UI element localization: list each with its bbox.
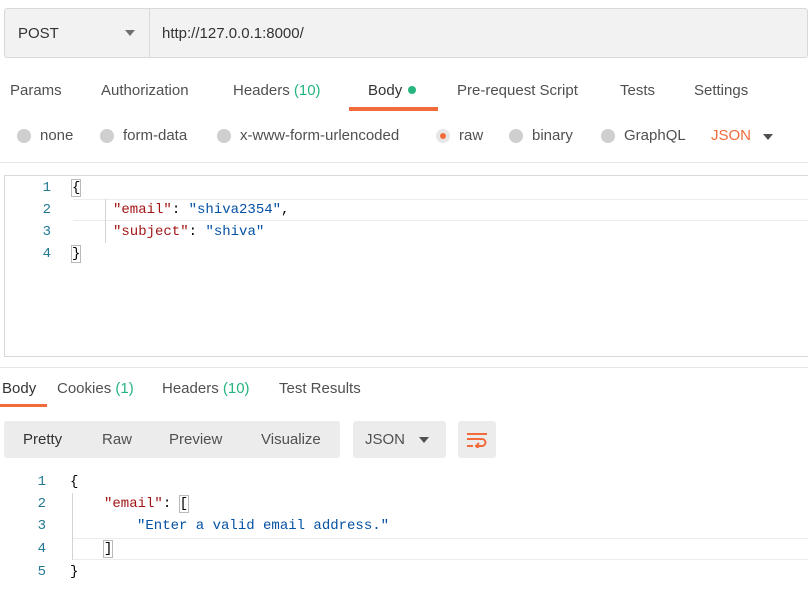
code-line: 4 ]	[0, 538, 804, 560]
line-number: 4	[37, 541, 46, 557]
tab-authorization[interactable]: Authorization	[101, 82, 189, 99]
view-preview-button[interactable]: Preview	[169, 431, 222, 448]
line-number: 3	[42, 224, 51, 240]
response-body-viewer[interactable]: 1 { 2 "email": [ 3 "Enter a valid email …	[0, 470, 808, 585]
line-number: 3	[37, 518, 46, 534]
radio-binary[interactable]: binary	[509, 127, 573, 144]
wrap-lines-icon	[467, 432, 487, 448]
body-indicator-dot	[408, 86, 417, 95]
response-tab-test-results[interactable]: Test Results	[279, 380, 361, 397]
response-view-group: Pretty Raw Preview Visualize	[4, 421, 340, 458]
line-number: 2	[37, 496, 46, 512]
active-tab-underline	[349, 107, 438, 111]
method-label: POST	[18, 24, 59, 42]
response-tab-cookies[interactable]: Cookies (1)	[57, 380, 134, 397]
request-body-editor[interactable]: 1 { 2 "email": "shiva2354", 3 "subject":…	[4, 175, 808, 357]
radio-selected-icon	[436, 128, 450, 143]
request-bar: POST http://127.0.0.1:8000/	[4, 8, 808, 58]
code-line: 5 }	[0, 561, 804, 583]
code-line: 1 {	[0, 471, 804, 493]
radio-raw[interactable]: raw	[436, 127, 483, 144]
code-line: 3 "Enter a valid email address."	[0, 515, 804, 537]
radio-icon	[17, 128, 31, 143]
radio-graphql[interactable]: GraphQL	[601, 127, 686, 144]
code-line: 1 {	[5, 177, 808, 199]
headers-count: (10)	[293, 82, 321, 99]
headers-count: (10)	[222, 380, 250, 397]
method-select[interactable]: POST	[5, 9, 150, 57]
bracket: [	[178, 495, 190, 513]
json-string: "shiva2354"	[188, 202, 282, 218]
chevron-down-icon	[419, 437, 429, 443]
radio-none[interactable]: none	[17, 127, 73, 144]
view-raw-button[interactable]: Raw	[102, 431, 132, 448]
json-key: "subject"	[113, 224, 189, 240]
response-tab-body[interactable]: Body	[2, 380, 36, 397]
tab-settings[interactable]: Settings	[694, 82, 748, 99]
json-string: "Enter a valid email address."	[137, 518, 390, 534]
divider	[0, 162, 808, 163]
json-string: "shiva"	[205, 224, 265, 240]
radio-form-data[interactable]: form-data	[100, 127, 187, 144]
radio-icon	[100, 128, 114, 143]
code-line: 2 "email": [	[0, 493, 804, 515]
body-format-select[interactable]: JSON	[711, 127, 751, 144]
chevron-down-icon[interactable]	[763, 134, 773, 140]
cookies-count: (1)	[115, 380, 134, 397]
request-tabs: Params Authorization Headers (10) Body P…	[0, 70, 808, 112]
json-key: "email"	[104, 496, 163, 512]
chevron-down-icon	[125, 30, 135, 36]
radio-icon	[509, 128, 523, 143]
bracket: ]	[102, 540, 114, 558]
line-number: 1	[37, 474, 46, 490]
json-key: "email"	[113, 202, 172, 218]
tab-headers[interactable]: Headers (10)	[233, 82, 321, 99]
response-tab-headers[interactable]: Headers (10)	[162, 380, 250, 397]
tab-body[interactable]: Body	[368, 82, 417, 99]
active-tab-underline	[0, 404, 47, 407]
line-number: 5	[37, 564, 46, 580]
radio-icon	[217, 128, 231, 143]
tab-pre-request-script[interactable]: Pre-request Script	[457, 82, 578, 99]
tab-tests[interactable]: Tests	[620, 82, 655, 99]
radio-icon	[601, 128, 615, 143]
code-line: 3 "subject": "shiva"	[5, 221, 808, 243]
view-visualize-button[interactable]: Visualize	[261, 431, 321, 448]
url-input[interactable]: http://127.0.0.1:8000/	[150, 9, 807, 57]
url-value: http://127.0.0.1:8000/	[162, 24, 304, 42]
tab-params[interactable]: Params	[10, 82, 62, 99]
response-format-label: JSON	[365, 431, 406, 448]
divider	[0, 367, 808, 368]
line-number: 2	[42, 202, 51, 218]
view-pretty-button[interactable]: Pretty	[23, 431, 62, 448]
line-number: 4	[42, 246, 51, 262]
radio-x-www-form-urlencoded[interactable]: x-www-form-urlencoded	[217, 127, 399, 144]
response-format-select[interactable]: JSON	[353, 421, 446, 458]
code-line: 4 }	[5, 243, 808, 265]
body-type-selector: none form-data x-www-form-urlencoded raw…	[0, 118, 808, 158]
code-line: 2 "email": "shiva2354",	[5, 199, 808, 221]
brace: {	[70, 179, 82, 197]
wrap-lines-button[interactable]	[458, 421, 496, 458]
line-number: 1	[42, 180, 51, 196]
brace: }	[70, 245, 82, 263]
